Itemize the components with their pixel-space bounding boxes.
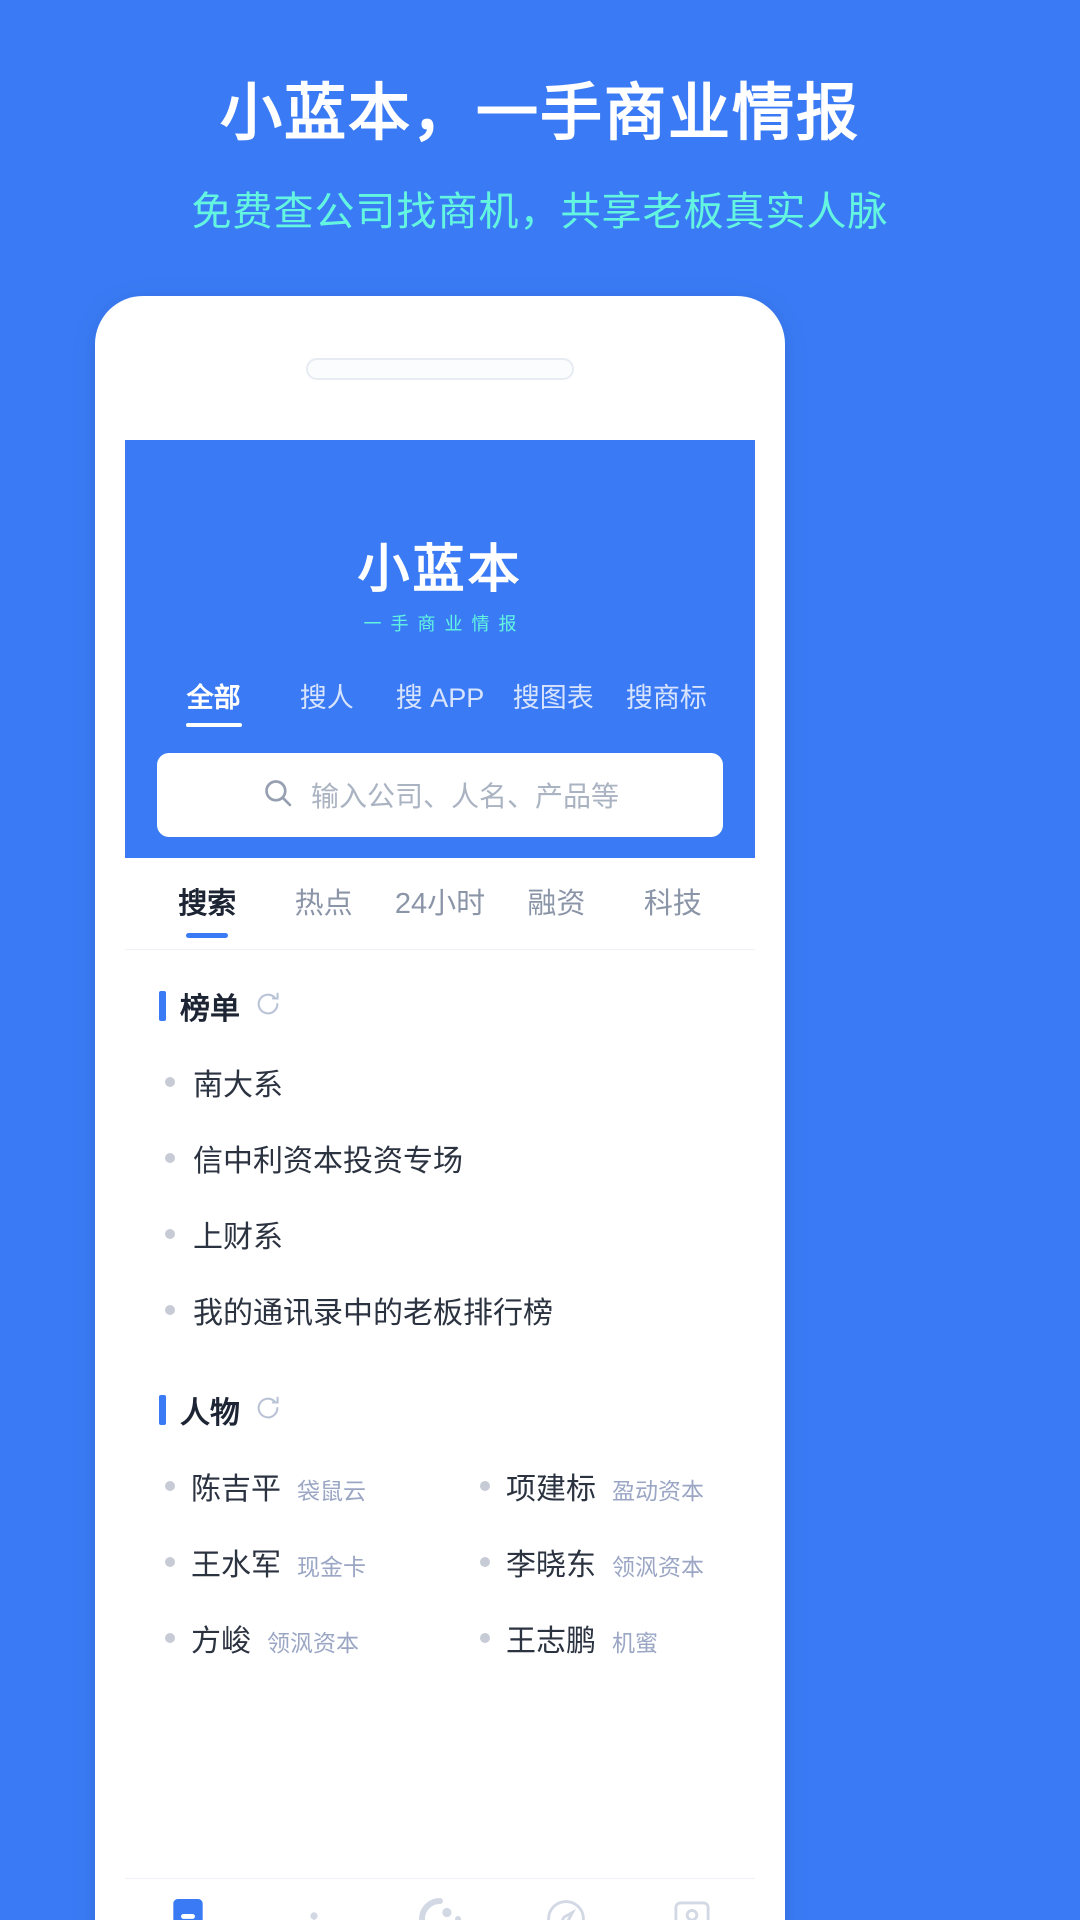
nav-item-discover[interactable]: 发现: [503, 1895, 629, 1920]
compass-icon: [503, 1895, 629, 1920]
phone-mockup: 小蓝本 一手商业情报 全部 搜人 搜 APP 搜图表 搜商标 输入公司、人名、产…: [95, 296, 785, 1920]
app-screen: 小蓝本 一手商业情报 全部 搜人 搜 APP 搜图表 搜商标 输入公司、人名、产…: [125, 440, 755, 1920]
promo-title: 小蓝本，一手商业情报: [219, 79, 860, 148]
list-item-label: 上财系: [193, 1221, 283, 1254]
search-icon: [261, 776, 295, 815]
bullet-dot: [165, 1077, 175, 1087]
refresh-icon[interactable]: [254, 990, 282, 1023]
person-org: 现金卡: [297, 1554, 366, 1580]
bullet-dot: [165, 1305, 175, 1315]
promo-subtitle: 免费查公司找商机，共享老板真实人脉: [191, 190, 889, 235]
list-item[interactable]: 信中利资本投资专场: [125, 1120, 755, 1196]
hero-tab-all[interactable]: 全部: [157, 676, 270, 727]
bullet-dot: [480, 1633, 490, 1643]
content-tab-bar: 搜索 热点 24小时 融资 科技: [125, 858, 755, 950]
section-accent-bar: [159, 1395, 166, 1425]
list-item[interactable]: 陈吉平 袋鼠云: [125, 1448, 440, 1524]
ranking-list: 南大系 信中利资本投资专场 上财系 我的通讯录中的老板排行榜: [125, 1038, 755, 1348]
list-item[interactable]: 我的通讯录中的老板排行榜: [125, 1272, 755, 1348]
promo-header: 小蓝本，一手商业情报 免费查公司找商机，共享老板真实人脉: [0, 0, 1080, 237]
nav-item-intelligence[interactable]: 情报: [251, 1895, 377, 1920]
person-card-icon: [629, 1895, 755, 1920]
person-org: 盈动资本: [612, 1478, 704, 1504]
list-item[interactable]: 项建标 盈动资本: [440, 1448, 755, 1524]
person-org: 领沨资本: [267, 1630, 359, 1656]
bullet-dot: [165, 1229, 175, 1239]
hero-tab-bar: 全部 搜人 搜 APP 搜图表 搜商标: [125, 636, 755, 727]
content-sections: 榜单 南大系 信中利资本投资专场 上财系 我的通讯录中的老板排行榜 人物 陈吉平…: [125, 950, 755, 1676]
hero-tab-people[interactable]: 搜人: [270, 676, 383, 727]
list-item[interactable]: 王水军 现金卡: [125, 1524, 440, 1600]
person-name: 方峻: [191, 1625, 251, 1658]
bullet-dot: [165, 1633, 175, 1643]
nav-item-home[interactable]: 首页: [125, 1895, 251, 1920]
app-logo-block: 小蓝本 一手商业情报: [125, 440, 755, 636]
nav-item-network[interactable]: 人脉: [377, 1895, 503, 1920]
bullet-dot: [165, 1557, 175, 1567]
tab-technology[interactable]: 科技: [615, 858, 731, 950]
nav-item-profile[interactable]: 我的: [629, 1895, 755, 1920]
section-accent-bar: [159, 991, 166, 1021]
person-name: 陈吉平: [191, 1473, 281, 1506]
home-tag-icon: [125, 1895, 251, 1920]
people-grid: 陈吉平 袋鼠云 项建标 盈动资本 王水军 现金卡 李晓东 领沨资本 方峻 领沨资…: [125, 1442, 755, 1676]
bullet-dot: [480, 1557, 490, 1567]
search-placeholder: 输入公司、人名、产品等: [310, 781, 619, 812]
circle-arc-icon: [377, 1895, 503, 1920]
refresh-icon[interactable]: [254, 1394, 282, 1427]
person-name: 王志鹏: [506, 1625, 596, 1658]
tab-hotspot[interactable]: 热点: [265, 858, 381, 950]
list-item[interactable]: 南大系: [125, 1044, 755, 1120]
list-item[interactable]: 方峻 领沨资本: [125, 1600, 440, 1676]
hero-tab-app[interactable]: 搜 APP: [383, 676, 496, 727]
list-item-label: 我的通讯录中的老板排行榜: [193, 1297, 553, 1330]
section-header-people: 人物: [125, 1348, 755, 1442]
person-org: 袋鼠云: [297, 1478, 366, 1504]
section-title: 人物: [180, 1397, 240, 1430]
list-item-label: 信中利资本投资专场: [193, 1145, 463, 1178]
bottom-navigation: 首页 情报: [125, 1878, 755, 1920]
section-header-ranking: 榜单: [125, 950, 755, 1038]
list-item[interactable]: 上财系: [125, 1196, 755, 1272]
bullet-dot: [165, 1153, 175, 1163]
radar-signal-icon: [251, 1895, 377, 1920]
person-name: 李晓东: [506, 1549, 596, 1582]
tab-financing[interactable]: 融资: [498, 858, 614, 950]
list-item[interactable]: 李晓东 领沨资本: [440, 1524, 755, 1600]
hero-tab-chart[interactable]: 搜图表: [497, 676, 610, 727]
hero-tab-trademark[interactable]: 搜商标: [610, 676, 723, 727]
section-title: 榜单: [180, 993, 240, 1026]
tab-search[interactable]: 搜索: [149, 858, 265, 950]
phone-speaker-grille: [306, 358, 574, 380]
list-item[interactable]: 王志鹏 机蜜: [440, 1600, 755, 1676]
bullet-dot: [165, 1481, 175, 1491]
app-hero: 小蓝本 一手商业情报 全部 搜人 搜 APP 搜图表 搜商标 输入公司、人名、产…: [125, 440, 755, 858]
person-name: 王水军: [191, 1549, 281, 1582]
tab-24hours[interactable]: 24小时: [382, 858, 498, 950]
list-item-label: 南大系: [193, 1069, 283, 1102]
search-input[interactable]: 输入公司、人名、产品等: [157, 753, 723, 837]
bullet-dot: [480, 1481, 490, 1491]
person-org: 机蜜: [612, 1630, 658, 1656]
app-logo: 小蓝本: [357, 541, 523, 599]
app-logo-tagline: 一手商业情报: [363, 614, 526, 634]
person-name: 项建标: [506, 1473, 596, 1506]
person-org: 领沨资本: [612, 1554, 704, 1580]
